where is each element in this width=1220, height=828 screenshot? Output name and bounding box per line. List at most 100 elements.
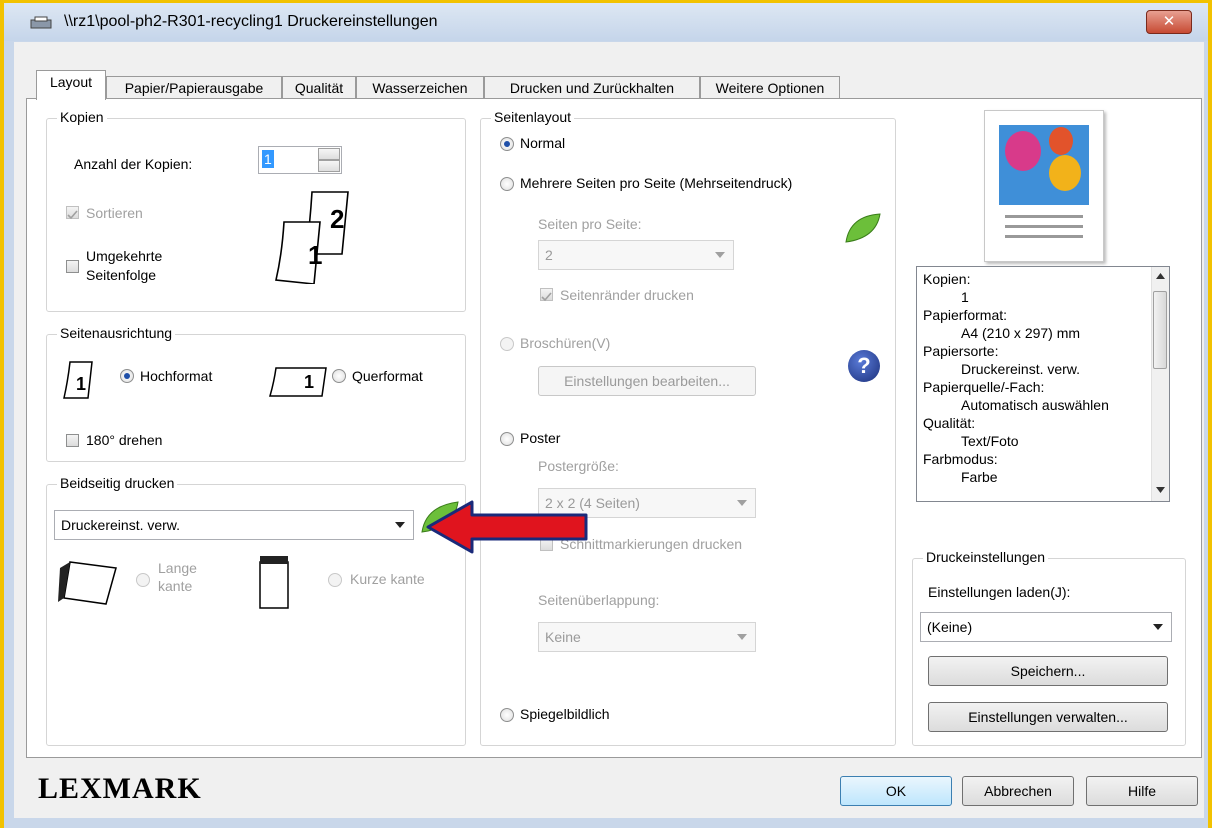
- kurze-kante-radio[interactable]: [328, 573, 342, 587]
- spiegelbildlich-label: Spiegelbildlich: [520, 706, 610, 722]
- window-title: \\rz1\pool-ph2-R301-recycling1 Druckerei…: [64, 13, 438, 30]
- summary-line: Text/Foto: [961, 433, 1019, 449]
- ueberlappung-label: Seitenüberlappung:: [538, 592, 660, 608]
- querformat-radio[interactable]: [332, 369, 346, 383]
- tab-papier[interactable]: Papier/Papierausgabe: [106, 76, 282, 99]
- druckeinstellungen-legend: Druckeinstellungen: [923, 549, 1049, 565]
- seiten-pro-seite-label: Seiten pro Seite:: [538, 216, 642, 232]
- summary-line: Farbmodus:: [923, 451, 998, 467]
- landscape-icon: [269, 367, 327, 397]
- poster-label: Poster: [520, 430, 561, 446]
- laden-select[interactable]: (Keine): [920, 612, 1172, 642]
- tab-drucken-zurueckhalten[interactable]: Drucken und Zurückhalten: [484, 76, 700, 99]
- umgekehrte-checkbox[interactable]: [66, 260, 79, 273]
- duplex-short-edge-icon: [259, 556, 289, 609]
- einstellungen-bearbeiten-button[interactable]: Einstellungen bearbeiten...: [538, 366, 756, 396]
- seiten-pro-seite-select[interactable]: 2: [538, 240, 734, 270]
- tab-qualitaet[interactable]: Qualität: [282, 76, 356, 99]
- ueberlappung-value: Keine: [545, 629, 581, 645]
- tab-wasserzeichen[interactable]: Wasserzeichen: [356, 76, 484, 99]
- summary-line: Qualität:: [923, 415, 976, 431]
- summary-line: A4 (210 x 297) mm: [961, 325, 1081, 341]
- spin-down-button[interactable]: [318, 160, 340, 172]
- close-button[interactable]: ✕: [1146, 10, 1192, 34]
- seitenlayout-legend: Seitenlayout: [491, 109, 575, 125]
- summary-line: Papierquelle/-Fach:: [923, 379, 1045, 395]
- umgekehrte-label-1: Umgekehrte: [86, 248, 163, 264]
- ausrichtung-legend: Seitenausrichtung: [57, 325, 176, 341]
- scroll-up-icon[interactable]: [1156, 273, 1165, 279]
- chevron-down-icon: [1153, 624, 1163, 630]
- postergroesse-label: Postergröße:: [538, 458, 619, 474]
- summary-line: Kopien:: [923, 271, 971, 287]
- normal-radio[interactable]: [500, 137, 514, 151]
- sortieren-label: Sortieren: [86, 205, 143, 221]
- hochformat-radio[interactable]: [120, 369, 134, 383]
- copies-value[interactable]: 1: [262, 150, 274, 168]
- beidseitig-legend: Beidseitig drucken: [57, 475, 178, 491]
- lange-kante-radio[interactable]: [136, 573, 150, 587]
- abbrechen-button[interactable]: Abbrechen: [962, 776, 1074, 806]
- laden-value: (Keine): [927, 619, 973, 635]
- sortieren-checkbox[interactable]: [66, 206, 79, 220]
- drehen-label: 180° drehen: [86, 432, 163, 448]
- seitenraender-checkbox[interactable]: [540, 288, 553, 302]
- summary-line: Automatisch auswählen: [961, 397, 1109, 413]
- summary-line: Papierformat:: [923, 307, 1008, 323]
- seitenraender-label: Seitenränder drucken: [560, 287, 694, 303]
- chevron-down-icon: [737, 634, 747, 640]
- spin-up-button[interactable]: [318, 148, 340, 160]
- speichern-button[interactable]: Speichern...: [928, 656, 1168, 686]
- spiegelbildlich-radio[interactable]: [500, 708, 514, 722]
- tab-weitere-optionen[interactable]: Weitere Optionen: [700, 76, 840, 99]
- kurze-kante-label: Kurze kante: [350, 571, 425, 587]
- scroll-down-icon[interactable]: [1156, 487, 1165, 493]
- summary-line: Druckereinst. verw.: [961, 361, 1081, 377]
- chevron-down-icon: [737, 500, 747, 506]
- tab-layout[interactable]: Layout: [36, 70, 106, 100]
- lexmark-logo: LEXMARK: [38, 772, 202, 805]
- copies-spinner[interactable]: 1: [258, 146, 342, 174]
- portrait-number: 1: [76, 374, 87, 394]
- page-preview: [984, 110, 1104, 262]
- chevron-down-icon: [395, 522, 405, 528]
- seiten-pro-seite-value: 2: [545, 247, 553, 263]
- page-number-2: 2: [330, 204, 345, 234]
- lange-label-2: kante: [158, 578, 193, 594]
- settings-summary-list[interactable]: Kopien: 1 Papierformat: A4 (210 x 297) m…: [916, 266, 1170, 502]
- eco-leaf-icon: [845, 213, 881, 243]
- ueberlappung-select[interactable]: Keine: [538, 622, 756, 652]
- mehrere-radio[interactable]: [500, 177, 514, 191]
- printer-icon: [30, 16, 52, 29]
- mehrere-label: Mehrere Seiten pro Seite (Mehrseitendruc…: [520, 175, 793, 191]
- einstellungen-verwalten-button[interactable]: Einstellungen verwalten...: [928, 702, 1168, 732]
- page-number-1: 1: [308, 240, 323, 270]
- beidseitig-select[interactable]: Druckereinst. verw.: [54, 510, 414, 540]
- umgekehrte-label-2: Seitenfolge: [86, 267, 157, 283]
- landscape-number: 1: [304, 372, 315, 392]
- querformat-label: Querformat: [352, 368, 423, 384]
- poster-radio[interactable]: [500, 432, 514, 446]
- help-icon[interactable]: ?: [848, 350, 880, 382]
- summary-line: 1: [961, 289, 969, 305]
- check-icon: [67, 210, 78, 220]
- hochformat-label: Hochformat: [140, 368, 213, 384]
- hilfe-button[interactable]: Hilfe: [1086, 776, 1198, 806]
- broschueren-label: Broschüren(V): [520, 335, 611, 351]
- title-bar[interactable]: \\rz1\pool-ph2-R301-recycling1 Druckerei…: [4, 3, 1208, 41]
- summary-line: Farbe: [961, 469, 998, 485]
- scrollbar-thumb[interactable]: [1153, 291, 1167, 369]
- summary-line: Papiersorte:: [923, 343, 999, 359]
- chevron-down-icon: [715, 252, 725, 258]
- lange-label-1: Lange: [158, 560, 197, 576]
- broschueren-radio[interactable]: [500, 337, 514, 351]
- normal-label: Normal: [520, 135, 566, 151]
- beidseitig-select-value: Druckereinst. verw.: [61, 517, 181, 533]
- kopien-legend: Kopien: [57, 109, 107, 125]
- anzahl-label: Anzahl der Kopien:: [74, 156, 193, 172]
- drehen-checkbox[interactable]: [66, 434, 79, 447]
- laden-label: Einstellungen laden(J):: [928, 584, 1071, 600]
- summary-scrollbar[interactable]: [1151, 267, 1169, 501]
- balloon-image-icon: [999, 125, 1089, 238]
- ok-button[interactable]: OK: [840, 776, 952, 806]
